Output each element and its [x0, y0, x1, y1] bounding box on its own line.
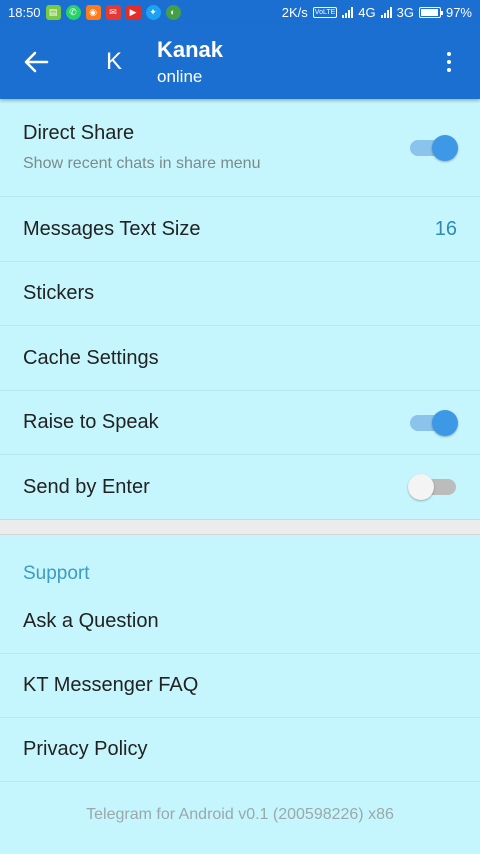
messages-notification-icon: ▤ [45, 4, 61, 20]
network-type-2: 3G [396, 4, 414, 20]
app-notification-icon: ◉ [85, 4, 101, 20]
browser-notification-icon: ◐ [165, 4, 181, 20]
back-arrow-icon [24, 51, 49, 73]
whatsapp-notification-icon: ✆ [65, 4, 81, 20]
battery-icon [418, 6, 443, 18]
direct-share-subtitle: Show recent chats in share menu [23, 155, 261, 172]
status-bar: 18:50 ▤ ✆ ◉ ✉ ▶ ✦ ◐ 2K/s VoLTE 4G 3G 97% [0, 0, 480, 24]
back-button[interactable] [16, 44, 56, 80]
battery-percent: 97% [445, 4, 472, 20]
avatar[interactable]: K [96, 44, 132, 80]
status-time: 18:50 [8, 4, 41, 20]
faq-title: KT Messenger FAQ [23, 674, 199, 696]
ask-question-title: Ask a Question [23, 609, 159, 632]
stickers-title: Stickers [23, 282, 95, 304]
more-dot-icon [447, 52, 451, 56]
text-size-value: 16 [434, 217, 457, 240]
twitter-notification-icon: ✦ [145, 4, 161, 20]
send-by-enter-toggle[interactable] [408, 473, 456, 501]
ask-question-row[interactable]: Ask a Question [0, 589, 480, 654]
signal-icon [342, 6, 354, 18]
volte-badge: VoLTE [312, 6, 338, 18]
direct-share-row[interactable]: Direct Share Show recent chats in share … [0, 99, 480, 197]
signal-icon-2 [380, 6, 392, 18]
send-by-enter-title: Send by Enter [23, 475, 150, 498]
privacy-policy-row[interactable]: Privacy Policy [0, 718, 480, 782]
app-bar: K Kanak online [0, 24, 480, 99]
youtube-notification-icon: ▶ [125, 4, 141, 20]
stickers-row[interactable]: Stickers [0, 262, 480, 326]
raise-to-speak-title: Raise to Speak [23, 411, 159, 433]
direct-share-toggle[interactable] [408, 134, 458, 162]
direct-share-title: Direct Share [23, 122, 135, 144]
email-notification-icon: ✉ [105, 4, 121, 20]
text-size-row[interactable]: Messages Text Size 16 [0, 197, 480, 262]
more-options-button[interactable] [434, 44, 464, 80]
privacy-policy-title: Privacy Policy [23, 738, 148, 760]
settings-list: Direct Share Show recent chats in share … [0, 99, 480, 782]
net-speed: 2K/s [281, 4, 308, 20]
chat-name[interactable]: Kanak [157, 37, 223, 63]
network-type-1: 4G [358, 4, 376, 20]
section-divider [0, 519, 480, 535]
faq-row[interactable]: KT Messenger FAQ [0, 654, 480, 718]
send-by-enter-row[interactable]: Send by Enter [0, 455, 480, 519]
raise-to-speak-row[interactable]: Raise to Speak [0, 391, 480, 455]
version-footer: Telegram for Android v0.1 (200598226) x8… [86, 806, 394, 823]
text-size-title: Messages Text Size [23, 217, 201, 240]
raise-to-speak-toggle[interactable] [408, 409, 458, 437]
chat-status: online [157, 67, 203, 86]
cache-settings-row[interactable]: Cache Settings [0, 326, 480, 391]
cache-settings-title: Cache Settings [23, 346, 159, 369]
support-section-header: Support [23, 563, 90, 584]
more-dot-icon [447, 68, 451, 72]
more-dot-icon [447, 60, 451, 64]
